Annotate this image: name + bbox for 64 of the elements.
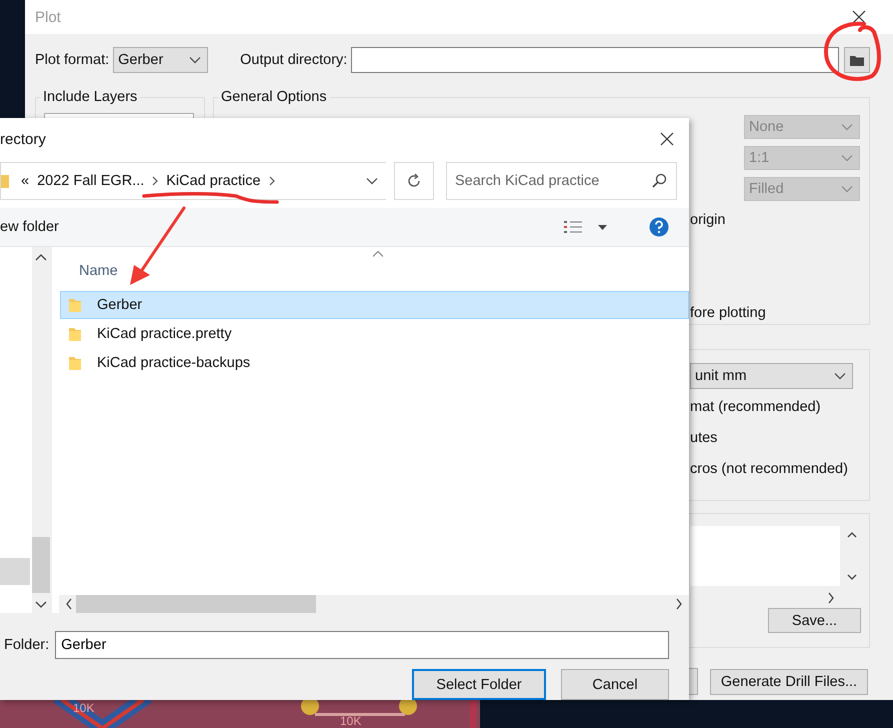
folder-row[interactable]: KiCad practice.pretty [60, 320, 689, 348]
refresh-button[interactable] [394, 162, 434, 200]
option-label: cros (not recommended) [690, 460, 848, 476]
overflow-button[interactable]: « [21, 173, 30, 189]
scrollbar[interactable] [32, 247, 50, 613]
scroll-right-icon[interactable] [827, 592, 835, 604]
scroll-down-icon [35, 601, 47, 609]
directory-field[interactable] [351, 47, 839, 73]
scroll-thumb[interactable] [32, 537, 50, 593]
folder-icon [68, 326, 82, 342]
address-bar[interactable]: « 2022 Fall EGR... KiCad practice [0, 162, 386, 200]
component-label: 10K [340, 715, 362, 727]
chevron-right-icon[interactable] [152, 176, 158, 186]
sort-icon [373, 251, 383, 257]
breadcrumb[interactable]: 2022 Fall EGR... [37, 173, 144, 189]
caret-icon[interactable] [598, 224, 607, 230]
field-label: Plot format: [35, 52, 110, 68]
dialog-button[interactable]: Cancel [561, 669, 669, 700]
view-list-icon[interactable] [564, 220, 584, 234]
dialog-button[interactable]: Select Folder [412, 669, 546, 700]
folder-icon [68, 355, 82, 371]
column-header[interactable]: Name [79, 263, 118, 279]
scroll-right-icon [675, 598, 683, 610]
help-icon[interactable] [649, 217, 669, 237]
save-button[interactable]: Save... [768, 608, 861, 633]
refresh-icon [406, 173, 422, 189]
search-field[interactable]: Search KiCad practice [446, 162, 677, 200]
scroll-thumb[interactable] [76, 595, 316, 613]
scroll-up-icon [35, 253, 47, 261]
close-icon[interactable] [660, 132, 674, 146]
field-label: Folder: [4, 637, 50, 653]
new-folder-button[interactable]: ew folder [0, 219, 59, 235]
scrollbar[interactable] [59, 595, 689, 613]
folder-field[interactable]: Gerber [55, 631, 669, 659]
chevron-down-icon [834, 372, 846, 380]
component-label: 10K [73, 702, 94, 714]
folder-icon [850, 54, 864, 66]
group-title: Include Layers [42, 89, 138, 105]
breadcrumb[interactable]: KiCad practice [166, 173, 261, 189]
dropdown[interactable]: unit mm [690, 362, 853, 388]
group-title: General Options [220, 89, 328, 105]
option-label: fore plotting [690, 304, 766, 320]
folder-icon [1, 174, 9, 188]
chevron-right-icon[interactable] [268, 176, 275, 186]
close-icon[interactable] [852, 10, 866, 24]
window-title: rectory [0, 130, 46, 148]
chevron-down-icon [841, 154, 853, 162]
dropdown[interactable]: Gerber [113, 47, 208, 73]
option-label: mat (recommended) [690, 398, 821, 414]
option-label: utes [690, 430, 718, 446]
folder-row[interactable]: Gerber [60, 291, 689, 319]
chevron-down-icon [841, 122, 853, 130]
option-label: origin [690, 212, 726, 228]
field-label: Output directory: [240, 52, 348, 68]
chevron-down-icon [366, 177, 378, 185]
browse-button[interactable] [844, 47, 870, 73]
folder-icon [68, 297, 82, 313]
window-title: Plot [35, 8, 61, 26]
chevron-down-icon [189, 56, 202, 64]
scroll-left-icon [65, 598, 73, 610]
folder-row[interactable]: KiCad practice-backups [60, 349, 689, 377]
drill-files-button[interactable]: Generate Drill Files... [710, 668, 868, 694]
chevron-down-icon [841, 184, 853, 192]
search-icon[interactable] [651, 173, 667, 189]
